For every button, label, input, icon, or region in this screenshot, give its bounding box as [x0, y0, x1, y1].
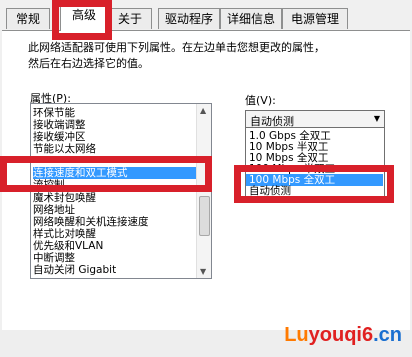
description-line-2: 然后在右边选择它的值。 — [28, 57, 149, 70]
value-label: 值(V): — [245, 94, 276, 107]
dropdown-option[interactable]: 自动侦测 — [249, 185, 291, 196]
list-item[interactable]: 接收端调整 — [33, 119, 86, 131]
tab-about[interactable]: 关于 — [108, 8, 152, 29]
description-line-1: 此网络适配器可使用下列属性。在左边单击您想更改的属性， — [28, 41, 325, 54]
list-item[interactable]: 网络地址 — [33, 204, 75, 216]
value-dropdown-list[interactable]: 1.0 Gbps 全双工 10 Mbps 半双工 10 Mbps 全双工 100… — [245, 127, 385, 197]
list-item[interactable]: 节能以太网络 — [33, 143, 96, 155]
watermark: Luyouqi6.cn — [284, 324, 402, 346]
property-scrollbar[interactable]: ▲ ▼ — [196, 104, 211, 278]
scroll-down-icon[interactable]: ▼ — [200, 267, 206, 276]
list-item[interactable]: 样式比对唤醒 — [33, 228, 96, 240]
tab-details[interactable]: 详细信息 — [220, 8, 282, 29]
tab-driver[interactable]: 驱动程序 — [158, 8, 220, 29]
tab-advanced[interactable]: 高级 — [60, 4, 108, 31]
list-item[interactable]: 自动关闭 Gigabit — [33, 264, 116, 276]
description-text: 此网络适配器可使用下列属性。在左边单击您想更改的属性， 然后在右边选择它的值。 — [28, 40, 388, 72]
list-item-selected[interactable]: 连接速度和双工模式 — [33, 167, 197, 179]
value-dropdown[interactable]: 自动侦测 ▼ — [245, 110, 385, 128]
tab-general[interactable]: 常规 — [6, 8, 50, 29]
property-listbox[interactable]: 环保节能 接收端调整 接收缓冲区 节能以太网络 连接速度和双工模式 流控制 魔术… — [30, 103, 212, 279]
list-item[interactable]: 中断调整 — [33, 252, 75, 264]
chevron-down-icon[interactable]: ▼ — [374, 114, 380, 123]
list-item[interactable]: 魔术封包唤醒 — [33, 192, 96, 204]
scroll-up-icon[interactable]: ▲ — [200, 106, 206, 115]
tab-strip: 常规 高级 关于 驱动程序 详细信息 电源管理 — [0, 0, 412, 31]
scroll-thumb[interactable] — [199, 196, 210, 236]
list-item[interactable]: 环保节能 — [33, 107, 75, 119]
list-item[interactable]: 流控制 — [33, 179, 65, 191]
tab-power-management[interactable]: 电源管理 — [282, 8, 348, 29]
list-item[interactable]: 接收缓冲区 — [33, 131, 86, 143]
list-item[interactable]: 网络唤醒和关机连接速度 — [33, 216, 149, 228]
list-item[interactable]: 优先级和VLAN — [33, 240, 103, 252]
